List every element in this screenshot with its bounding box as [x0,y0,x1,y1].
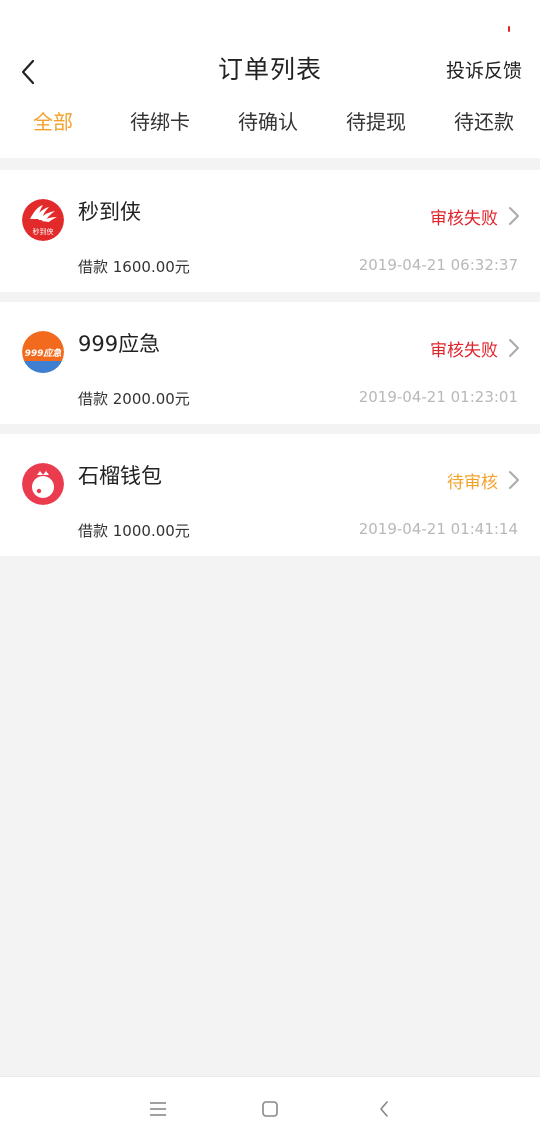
lender-name: 秒到侠 [78,200,141,224]
order-status: 审核失败 [430,341,498,361]
loan-amount: 借款 1600.00元 [78,258,190,276]
tab-pending-confirm[interactable]: 待确认 [238,106,298,135]
menu-button[interactable] [144,1095,172,1123]
chevron-right-icon [509,207,519,225]
system-nav-bar [0,1076,540,1141]
nav-back-button[interactable] [370,1095,398,1123]
tab-pending-repay[interactable]: 待还款 [454,106,514,135]
lender-name: 999应急 [78,332,161,356]
order-status: 待审核 [447,473,498,493]
order-time: 2019-04-21 01:41:14 [358,520,518,538]
chevron-right-icon [509,471,519,489]
status-indicator [508,26,510,32]
loan-amount: 借款 1000.00元 [78,522,190,540]
miaodaoxia-logo: 秒到侠 [22,199,64,241]
order-time: 2019-04-21 01:23:01 [358,388,518,406]
tab-pending-bind-card[interactable]: 待绑卡 [130,106,190,135]
order-status: 审核失败 [430,209,498,229]
nav-back-icon [380,1101,388,1117]
order-time: 2019-04-21 06:32:37 [358,256,518,274]
chevron-right-icon [509,339,519,357]
feedback-button[interactable]: 投诉反馈 [446,56,522,83]
svg-text:秒到侠: 秒到侠 [33,227,54,236]
home-square-icon [262,1101,278,1117]
tab-pending-withdraw[interactable]: 待提现 [346,106,406,135]
lender-name: 石榴钱包 [78,464,162,488]
tab-all[interactable]: 全部 [33,106,73,135]
pomegranate-wallet-logo [22,463,64,505]
home-button[interactable] [256,1095,284,1123]
999-emergency-logo: 999应急 [22,331,64,373]
loan-amount: 借款 2000.00元 [78,390,190,408]
tab-bar: 全部 待绑卡 待确认 待提现 待还款 [0,100,540,144]
svg-text:999应急: 999应急 [25,348,62,359]
menu-icon [150,1102,166,1116]
order-card[interactable]: 秒到侠 秒到侠 审核失败 借款 1600.00元 2019-04-21 06:3… [0,170,540,292]
order-card[interactable]: 999应急 999应急 审核失败 借款 2000.00元 2019-04-21 … [0,302,540,424]
order-card[interactable]: 石榴钱包 待审核 借款 1000.00元 2019-04-21 01:41:14 [0,434,540,556]
